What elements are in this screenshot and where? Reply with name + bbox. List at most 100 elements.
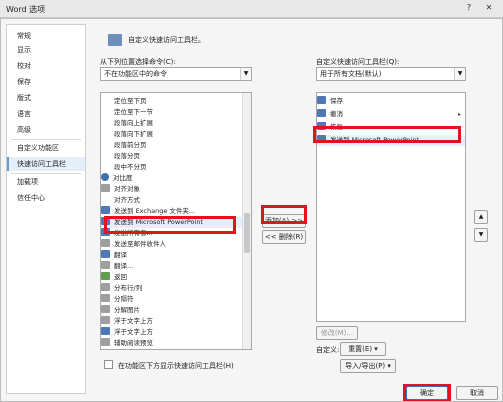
command-list-item[interactable]: 分隔符 (101, 294, 251, 305)
command-list-item[interactable]: 段落前分页 (101, 140, 251, 151)
command-item-label: 段中不分页 (114, 163, 147, 171)
submenu-arrow-icon: ▸ (457, 111, 461, 118)
command-item-label: 对比度 (113, 174, 133, 182)
sidebar-item-layout[interactable]: 版式 (7, 91, 85, 105)
cancel-button[interactable]: 取消 (456, 386, 498, 400)
commands-scrollbar[interactable] (242, 93, 251, 349)
choose-commands-label: 从下列位置选择命令(C): (100, 58, 176, 66)
customize-toolbar-value: 用于所有文档(默认) (320, 70, 382, 78)
command-item-label: 分布行/列 (114, 284, 143, 292)
move-down-button[interactable]: ▼ (474, 228, 488, 242)
ok-button[interactable]: 确定 (406, 386, 448, 400)
gray-command-icon (101, 184, 110, 192)
customize-toolbar-dropdown[interactable]: 用于所有文档(默认) ▼ (316, 67, 466, 81)
command-list-item[interactable]: 定位至下一节 (101, 107, 251, 118)
sidebar-item-trust-center[interactable]: 信任中心 (7, 191, 85, 205)
command-list-item[interactable]: 对比度▸ (101, 173, 251, 184)
title-bar: Word 选项 ? ✕ (0, 0, 503, 18)
toolbar-item-label: 保存 (330, 97, 343, 105)
command-item-label: 翻译... (114, 262, 134, 270)
command-list-item[interactable]: 段落向上扩展 (101, 118, 251, 129)
command-list-item[interactable]: 返回 (101, 272, 251, 283)
remove-button[interactable]: << 删除(R) (262, 230, 306, 244)
command-list-item[interactable]: 翻译... (101, 261, 251, 272)
blank-command-icon (101, 140, 110, 148)
import-export-button[interactable]: 导入/导出(P) ▾ (340, 359, 396, 373)
sidebar-item-display[interactable]: 显示 (7, 43, 85, 57)
blank-command-icon (101, 162, 110, 170)
command-item-label: 辅助阅读预览 (114, 339, 153, 347)
command-item-label: 段落分页 (114, 152, 140, 160)
command-list-item[interactable]: 段中不分页 (101, 162, 251, 173)
sidebar-item-general[interactable]: 常规 (7, 29, 85, 43)
blank-command-icon (101, 96, 110, 104)
command-list-item[interactable]: 辅助阅读预览 (101, 338, 251, 349)
sidebar-item-proofing[interactable]: 校对 (7, 59, 85, 73)
command-item-label: 定位至下页 (114, 97, 147, 105)
window-title: Word 选项 (6, 5, 46, 14)
command-item-label: 浮于文字上方 (114, 328, 153, 336)
scrollbar-thumb[interactable] (244, 213, 250, 253)
green-command-icon (101, 272, 110, 280)
circle-command-icon (101, 173, 109, 181)
sidebar-item-customize-ribbon[interactable]: 自定义功能区 (7, 141, 85, 155)
blue-command-icon (317, 109, 326, 117)
customize-label: 自定义: (316, 346, 340, 354)
command-list-item[interactable]: 段落向下扩展 (101, 129, 251, 140)
blank-command-icon (101, 151, 110, 159)
chevron-up-icon: ▲ (478, 213, 484, 220)
command-item-label: 返回 (114, 273, 127, 281)
highlight-box (313, 126, 461, 143)
gray-command-icon (101, 316, 110, 324)
gray-command-icon (101, 338, 110, 346)
blue-command-icon (101, 250, 110, 258)
command-list-item[interactable]: 对齐方式▸ (101, 195, 251, 206)
command-item-label: 分隔符 (114, 295, 134, 303)
command-list-item[interactable]: 发送至邮件收件人 (101, 239, 251, 250)
gray-command-icon (101, 239, 110, 247)
sidebar-item-quick-access-toolbar[interactable]: 快速访问工具栏 (7, 157, 85, 171)
command-item-label: 发送至邮件收件人 (114, 240, 166, 248)
command-item-label: 对齐方式 (114, 196, 140, 204)
blank-command-icon (101, 118, 110, 126)
chevron-down-icon: ▼ (240, 68, 251, 80)
toolbar-list-item[interactable]: 撤消 ▸ (317, 109, 465, 120)
command-list-item[interactable]: 定位至下页 (101, 96, 251, 107)
command-list-item[interactable]: 分解图片 (101, 305, 251, 316)
sidebar-item-save[interactable]: 保存 (7, 75, 85, 89)
command-list-item[interactable]: 浮于文字上方 (101, 316, 251, 327)
reset-button[interactable]: 重置(E) ▾ (340, 342, 386, 356)
toolbar-icon (108, 34, 122, 46)
modify-button[interactable]: 修改(M)... (316, 326, 358, 340)
sidebar-item-add-ins[interactable]: 加载项 (7, 175, 85, 189)
blank-command-icon (101, 107, 110, 115)
command-item-label: 发送到 Exchange 文件夹... (114, 207, 196, 215)
sidebar-item-language[interactable]: 语言 (7, 107, 85, 121)
command-list-item[interactable]: 分布行/列 (101, 283, 251, 294)
blank-command-icon (101, 129, 110, 137)
close-icon[interactable]: ✕ (482, 2, 496, 14)
choose-commands-dropdown[interactable]: 不在功能区中的命令 ▼ (100, 67, 252, 81)
command-item-label: 翻译 (114, 251, 127, 259)
sidebar-divider (11, 173, 81, 174)
move-up-button[interactable]: ▲ (474, 210, 488, 224)
command-item-label: 分解图片 (114, 306, 140, 314)
command-list-item[interactable]: 翻译 (101, 250, 251, 261)
show-below-ribbon-checkbox[interactable] (104, 360, 113, 369)
blue-command-icon (317, 96, 326, 104)
command-list-item[interactable]: 对齐对象 (101, 184, 251, 195)
blue-command-icon (101, 206, 110, 214)
sidebar-divider (11, 139, 81, 140)
toolbar-item-label: 撤消 (330, 110, 343, 118)
command-item-label: 段落前分页 (114, 141, 147, 149)
gray-command-icon (101, 305, 110, 313)
choose-commands-value: 不在功能区中的命令 (104, 70, 167, 78)
command-list-item[interactable]: 浮于文字上方 (101, 327, 251, 338)
command-list-item[interactable]: 段落分页 (101, 151, 251, 162)
options-sidebar: 常规 显示 校对 保存 版式 语言 高级 自定义功能区 快速访问工具栏 加载项 … (6, 24, 86, 394)
blank-command-icon (101, 195, 110, 203)
toolbar-list-item[interactable]: 保存 (317, 96, 465, 107)
help-icon[interactable]: ? (462, 2, 476, 14)
highlight-box (104, 216, 236, 234)
sidebar-item-advanced[interactable]: 高级 (7, 123, 85, 137)
